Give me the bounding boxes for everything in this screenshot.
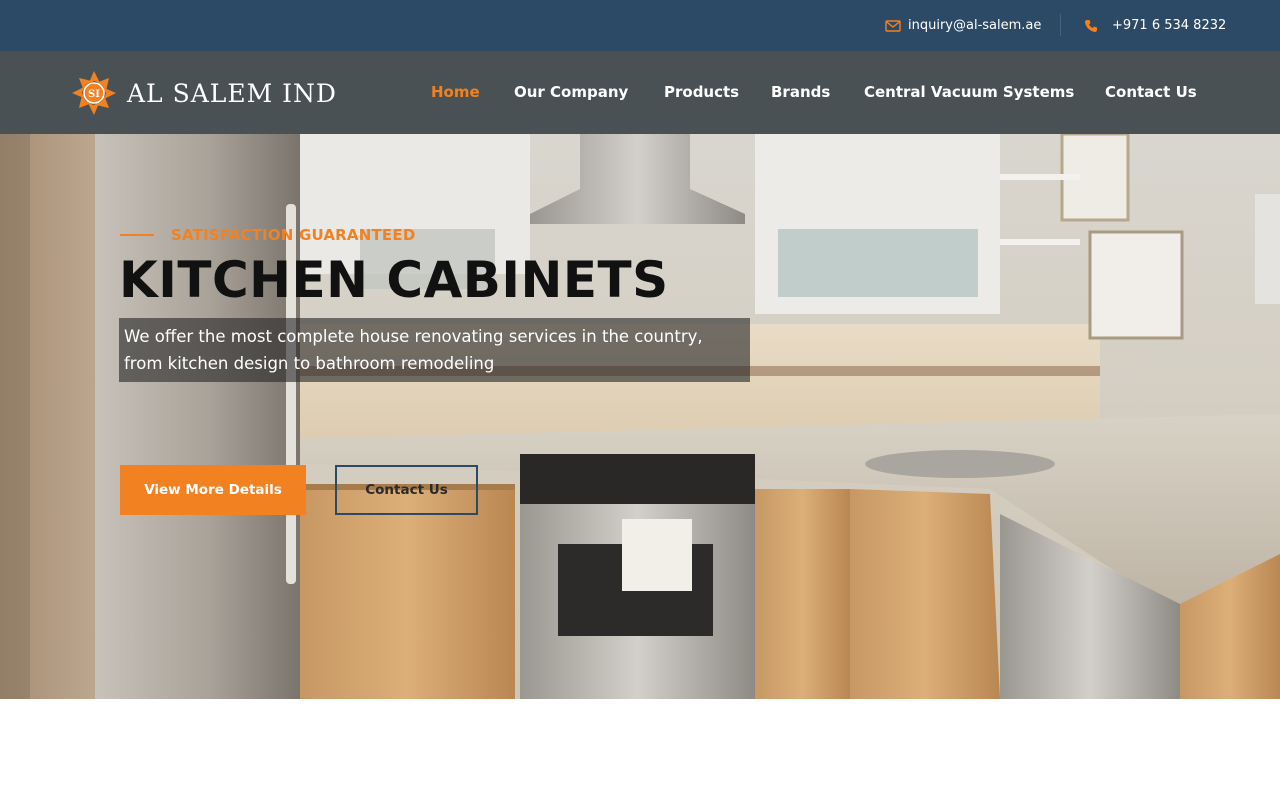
nav-home[interactable]: Home: [431, 51, 480, 134]
svg-text:SI: SI: [88, 89, 100, 100]
hero-banner: SATISFACTION GUARANTEED KITCHEN CABINETS…: [0, 134, 1280, 699]
kitchen-background-image: [0, 134, 1280, 699]
nav-central-vacuum-systems[interactable]: Central Vacuum Systems: [864, 51, 1074, 134]
contact-us-button[interactable]: Contact Us: [335, 465, 478, 515]
phone-link[interactable]: +971 6 534 8232: [1084, 0, 1226, 51]
site-logo[interactable]: SI AL SALEM IND: [70, 69, 337, 117]
phone-icon: [1084, 19, 1100, 33]
phone-text: +971 6 534 8232: [1112, 18, 1227, 33]
eyebrow-text: SATISFACTION GUARANTEED: [171, 226, 416, 244]
view-more-details-button[interactable]: View More Details: [120, 465, 306, 515]
nav-products[interactable]: Products: [664, 51, 739, 134]
main-navbar: SI AL SALEM IND Home Our Company Product…: [0, 51, 1280, 134]
topbar-divider: [1060, 14, 1061, 36]
nav-contact-us[interactable]: Contact Us: [1105, 51, 1197, 134]
eyebrow-line: [120, 234, 154, 236]
logo-text: AL SALEM IND: [127, 78, 337, 108]
hero-title: KITCHEN CABINETS: [119, 251, 669, 309]
hero-description: We offer the most complete house renovat…: [119, 318, 750, 382]
email-link[interactable]: inquiry@al-salem.ae: [885, 0, 1041, 51]
hero-eyebrow: SATISFACTION GUARANTEED: [120, 226, 415, 244]
top-contact-bar: inquiry@al-salem.ae +971 6 534 8232: [0, 0, 1280, 51]
nav-our-company[interactable]: Our Company: [514, 51, 628, 134]
email-text: inquiry@al-salem.ae: [908, 18, 1042, 33]
logo-emblem-icon: SI: [72, 71, 116, 115]
hero-description-line-1: We offer the most complete house renovat…: [124, 327, 703, 346]
nav-brands[interactable]: Brands: [771, 51, 830, 134]
hero-description-line-2: from kitchen design to bathroom remodeli…: [124, 354, 495, 373]
envelope-icon: [885, 19, 901, 33]
